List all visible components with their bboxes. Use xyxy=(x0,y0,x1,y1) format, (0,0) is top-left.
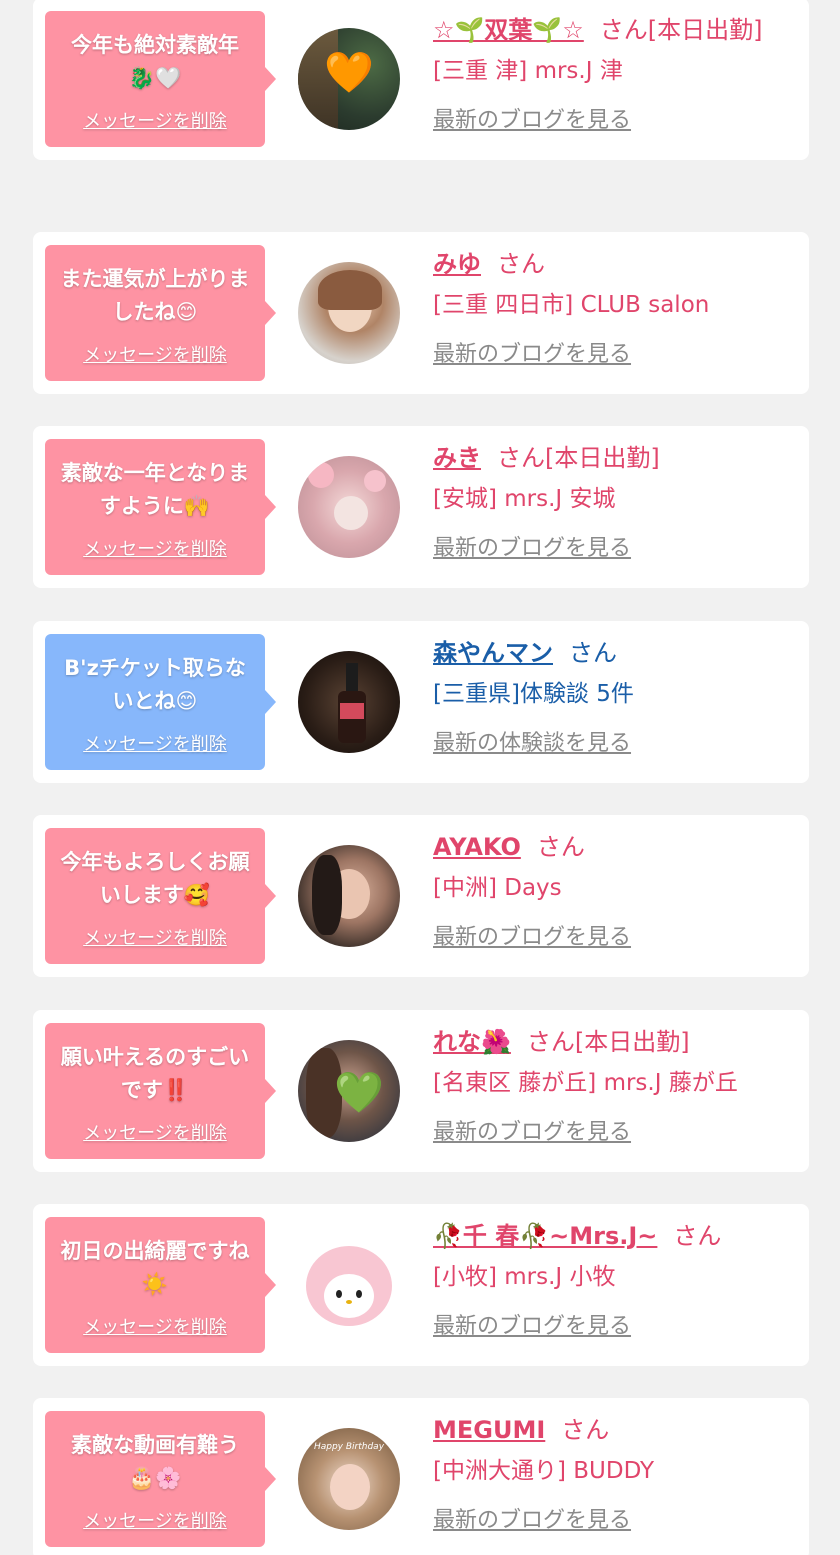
profile-info: みき さん[本日出勤] [安城] mrs.J 安城 最新のブログを見る xyxy=(433,438,798,562)
name-suffix: さん xyxy=(569,639,617,667)
message-bubble: 素敵な一年となりますように🙌 メッセージを削除 xyxy=(45,439,276,575)
latest-blog-link[interactable]: 最新のブログを見る xyxy=(433,530,631,562)
profile-name-link[interactable]: MEGUMI xyxy=(433,1416,545,1444)
message-bubble: 今年も絶対素敵年🐉🤍 メッセージを削除 xyxy=(45,11,276,147)
name-suffix: さん[本日出勤] xyxy=(497,444,660,472)
latest-blog-link[interactable]: 最新のブログを見る xyxy=(433,1114,631,1146)
avatar-caption: Happy Birthday xyxy=(313,1442,385,1452)
message-text: また運気が上がりましたね😊 xyxy=(60,267,250,324)
avatar[interactable]: 💚 xyxy=(298,1040,400,1142)
avatar[interactable] xyxy=(298,262,400,364)
delete-message-link[interactable]: メッセージを削除 xyxy=(83,1119,227,1145)
profile-name-link[interactable]: ☆🌱双葉🌱☆ xyxy=(433,16,584,44)
message-bubble: また運気が上がりましたね😊 メッセージを削除 xyxy=(45,245,276,381)
name-suffix: さん xyxy=(561,1416,610,1444)
message-text: B'zチケット取らないとね😊 xyxy=(64,656,246,713)
avatar[interactable] xyxy=(298,651,400,753)
latest-blog-link[interactable]: 最新のブログを見る xyxy=(433,1308,631,1340)
message-bubble: 今年もよろしくお願いします🥰 メッセージを削除 xyxy=(45,828,276,964)
message-text: 願い叶えるのすごいです‼️ xyxy=(60,1045,250,1102)
shop-label: [三重 津] mrs.J 津 xyxy=(433,58,623,84)
message-card: B'zチケット取らないとね😊 メッセージを削除 森やんマン さん [三重県]体験談… xyxy=(33,621,809,783)
profile-info: みゆ さん [三重 四日市] CLUB salon 最新のブログを見る xyxy=(433,244,798,368)
profile-name-link[interactable]: 🥀千 春🥀~Mrs.J~ xyxy=(433,1222,657,1250)
message-bubble: 初日の出綺麗ですね☀️ メッセージを削除 xyxy=(45,1217,276,1353)
delete-message-link[interactable]: メッセージを削除 xyxy=(83,1507,227,1533)
message-bubble: 願い叶えるのすごいです‼️ メッセージを削除 xyxy=(45,1023,276,1159)
name-suffix: さん[本日出勤] xyxy=(526,1028,690,1056)
profile-name-link[interactable]: AYAKO xyxy=(433,833,521,861)
delete-message-link[interactable]: メッセージを削除 xyxy=(83,535,227,561)
message-list: 今年も絶対素敵年🐉🤍 メッセージを削除 🧡 ☆🌱双葉🌱☆ さん[本日出勤] [三重… xyxy=(0,0,840,1555)
delete-message-link[interactable]: メッセージを削除 xyxy=(83,730,227,756)
name-suffix: さん[本日出勤] xyxy=(599,16,763,44)
message-text: 素敵な動画有難う🎂🌸 xyxy=(71,1433,239,1490)
delete-message-link[interactable]: メッセージを削除 xyxy=(83,341,227,367)
message-text: 初日の出綺麗ですね☀️ xyxy=(60,1239,250,1296)
message-card: 素敵な一年となりますように🙌 メッセージを削除 みき さん[本日出勤] [安城] … xyxy=(33,426,809,588)
avatar[interactable] xyxy=(298,1234,400,1336)
message-text: 今年もよろしくお願いします🥰 xyxy=(60,850,250,907)
profile-info: ☆🌱双葉🌱☆ さん[本日出勤] [三重 津] mrs.J 津 最新のブログを見る xyxy=(433,10,798,134)
orange-heart-icon: 🧡 xyxy=(324,50,374,96)
profile-info: MEGUMI さん [中洲大通り] BUDDY 最新のブログを見る xyxy=(433,1410,798,1534)
message-card: 今年もよろしくお願いします🥰 メッセージを削除 AYAKO さん [中洲] Day… xyxy=(33,815,809,977)
profile-info: 🥀千 春🥀~Mrs.J~ さん [小牧] mrs.J 小牧 最新のブログを見る xyxy=(433,1216,798,1340)
shop-label: [中洲大通り] BUDDY xyxy=(433,1458,655,1484)
profile-name-link[interactable]: れな🌺 xyxy=(433,1028,511,1056)
message-card: 願い叶えるのすごいです‼️ メッセージを削除 💚 れな🌺 さん[本日出勤] [名東… xyxy=(33,1010,809,1172)
avatar[interactable]: Happy Birthday xyxy=(298,1428,400,1530)
delete-message-link[interactable]: メッセージを削除 xyxy=(83,924,227,950)
message-bubble: 素敵な動画有難う🎂🌸 メッセージを削除 xyxy=(45,1411,276,1547)
delete-message-link[interactable]: メッセージを削除 xyxy=(83,107,227,133)
message-card: 初日の出綺麗ですね☀️ メッセージを削除 🥀千 春🥀~Mrs.J~ さん [小牧]… xyxy=(33,1204,809,1366)
latest-blog-link[interactable]: 最新のブログを見る xyxy=(433,919,631,951)
green-heart-icon: 💚 xyxy=(334,1070,384,1116)
profile-info: AYAKO さん [中洲] Days 最新のブログを見る xyxy=(433,827,798,951)
shop-label: [名東区 藤が丘] mrs.J 藤が丘 xyxy=(433,1070,738,1096)
latest-blog-link[interactable]: 最新のブログを見る xyxy=(433,102,631,134)
shop-label: [小牧] mrs.J 小牧 xyxy=(433,1264,616,1290)
name-suffix: さん xyxy=(497,250,545,278)
profile-name-link[interactable]: みゆ xyxy=(433,250,481,278)
latest-blog-link[interactable]: 最新のブログを見る xyxy=(433,336,631,368)
avatar[interactable] xyxy=(298,456,400,558)
shop-label: [三重 四日市] CLUB salon xyxy=(433,292,710,318)
profile-name-link[interactable]: 森やんマン xyxy=(433,639,553,667)
message-card: 今年も絶対素敵年🐉🤍 メッセージを削除 🧡 ☆🌱双葉🌱☆ さん[本日出勤] [三重… xyxy=(33,0,809,160)
delete-message-link[interactable]: メッセージを削除 xyxy=(83,1313,227,1339)
message-text: 素敵な一年となりますように🙌 xyxy=(60,461,250,518)
shop-label: [三重県]体験談 5件 xyxy=(433,681,634,707)
name-suffix: さん xyxy=(536,833,585,861)
profile-info: 森やんマン さん [三重県]体験談 5件 最新の体験談を見る xyxy=(433,633,798,757)
latest-review-link[interactable]: 最新の体験談を見る xyxy=(433,725,631,757)
avatar[interactable]: 🧡 xyxy=(298,28,400,130)
message-text: 今年も絶対素敵年🐉🤍 xyxy=(71,33,239,90)
message-card: また運気が上がりましたね😊 メッセージを削除 みゆ さん [三重 四日市] CLU… xyxy=(33,232,809,394)
message-card: 素敵な動画有難う🎂🌸 メッセージを削除 Happy Birthday MEGUM… xyxy=(33,1398,809,1555)
profile-info: れな🌺 さん[本日出勤] [名東区 藤が丘] mrs.J 藤が丘 最新のブログを見… xyxy=(433,1022,798,1146)
avatar[interactable] xyxy=(298,845,400,947)
shop-label: [中洲] Days xyxy=(433,875,562,901)
message-bubble: B'zチケット取らないとね😊 メッセージを削除 xyxy=(45,634,276,770)
name-suffix: さん xyxy=(673,1222,722,1250)
profile-name-link[interactable]: みき xyxy=(433,444,481,472)
shop-label: [安城] mrs.J 安城 xyxy=(433,486,616,512)
latest-blog-link[interactable]: 最新のブログを見る xyxy=(433,1502,631,1534)
